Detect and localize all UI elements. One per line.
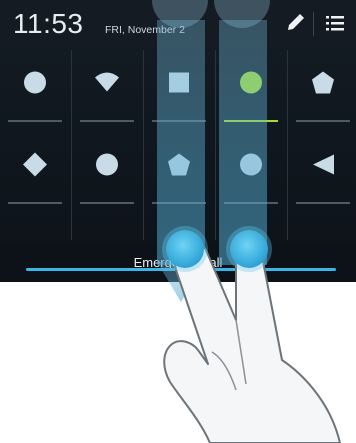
touch-point-right bbox=[230, 230, 268, 268]
two-finger-swipe-hand-icon bbox=[163, 241, 341, 443]
touch-point-left bbox=[166, 230, 204, 268]
screen: 11:53 FRI, November 2 Emergency call bbox=[0, 0, 356, 443]
